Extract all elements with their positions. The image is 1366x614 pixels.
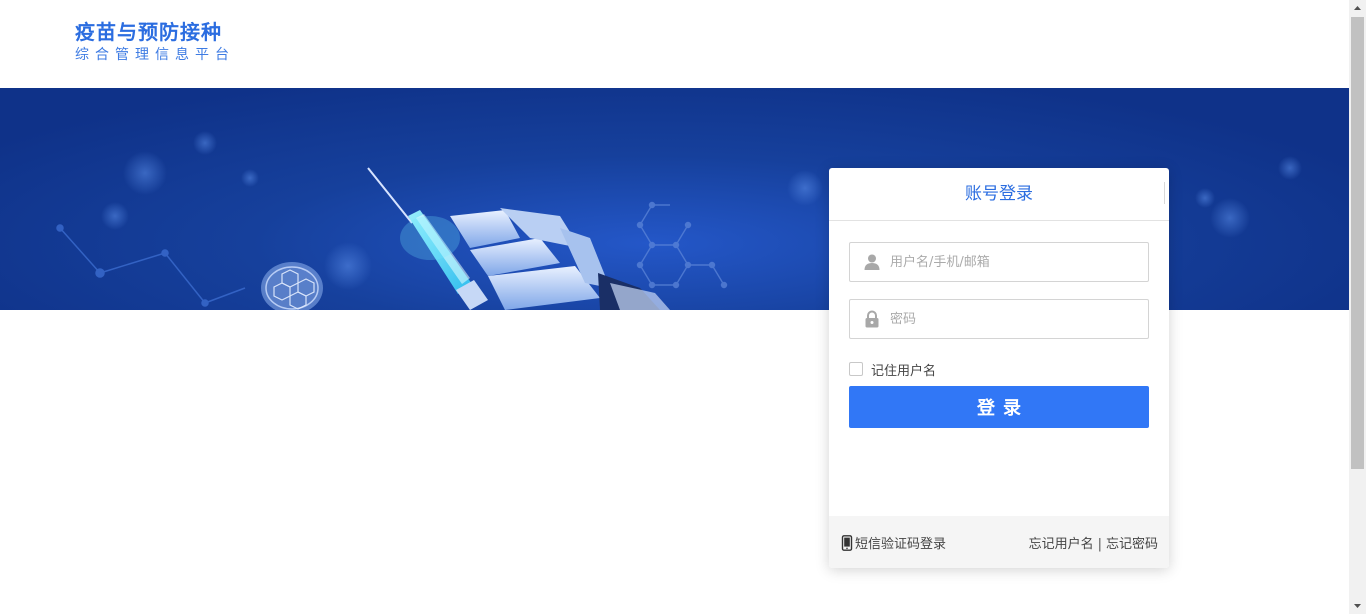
remember-label[interactable]: 记住用户名 xyxy=(871,360,936,379)
header-divider xyxy=(1164,182,1165,204)
remember-username[interactable]: 记住用户名 xyxy=(849,360,936,379)
login-page: 疫苗与预防接种 综合管理信息平台 账号登录 用户名/手机/邮箱 记住用户名 登录… xyxy=(0,0,1349,614)
login-title[interactable]: 账号登录 xyxy=(829,183,1169,205)
header: 疫苗与预防接种 综合管理信息平台 xyxy=(0,0,1349,88)
login-card-header: 账号登录 xyxy=(829,168,1169,221)
username-input[interactable] xyxy=(890,243,1140,281)
logo-subtitle: 综合管理信息平台 xyxy=(75,47,235,63)
login-card: 账号登录 记住用户名 登录 xyxy=(829,168,1169,568)
scroll-down-arrow-icon[interactable] xyxy=(1349,597,1366,614)
sms-login-link[interactable]: 短信验证码登录 xyxy=(841,533,946,552)
logo-title: 疫苗与预防接种 xyxy=(75,20,222,44)
password-input[interactable] xyxy=(890,300,1140,338)
forgot-links: 忘记用户名 | 忘记密码 xyxy=(1029,533,1158,552)
mobile-phone-icon xyxy=(841,534,853,551)
username-field[interactable] xyxy=(849,242,1149,282)
forgot-password-link[interactable]: 忘记密码 xyxy=(1106,537,1158,552)
login-card-footer: 短信验证码登录 忘记用户名 | 忘记密码 xyxy=(829,516,1169,568)
login-button[interactable]: 登录 xyxy=(849,386,1149,428)
vertical-scrollbar[interactable] xyxy=(1349,0,1366,614)
link-separator: | xyxy=(1097,537,1102,552)
forgot-username-link[interactable]: 忘记用户名 xyxy=(1029,537,1094,552)
logo: 疫苗与预防接种 综合管理信息平台 xyxy=(75,20,235,64)
scroll-up-arrow-icon[interactable] xyxy=(1349,0,1366,17)
user-icon xyxy=(864,254,880,270)
remember-checkbox[interactable] xyxy=(849,362,863,376)
password-field[interactable] xyxy=(849,299,1149,339)
lock-icon xyxy=(865,310,879,328)
scroll-thumb[interactable] xyxy=(1351,17,1364,469)
sms-login-label[interactable]: 短信验证码登录 xyxy=(855,533,946,552)
